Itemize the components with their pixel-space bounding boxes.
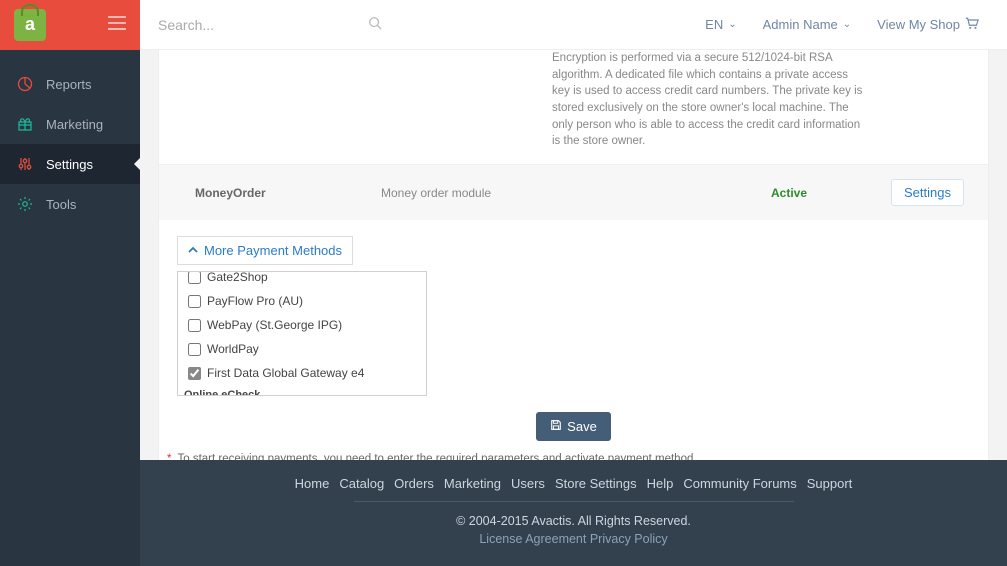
more-methods-toggle[interactable]: More Payment Methods (177, 236, 353, 265)
footer-link[interactable]: Orders (392, 476, 436, 491)
footer-link[interactable]: Store Settings (553, 476, 639, 491)
footer-link[interactable]: Community Forums (681, 476, 798, 491)
methods-heading: Online eCheck (178, 385, 426, 396)
footer-links: Home Catalog Orders Marketing Users Stor… (293, 476, 855, 491)
search-wrap (140, 16, 400, 33)
sidebar-item-tools[interactable]: Tools (0, 184, 140, 224)
search-icon[interactable] (368, 16, 382, 33)
search-input[interactable] (158, 17, 338, 33)
required-asterisk: * (167, 453, 171, 460)
payment-desc: Money order module (381, 186, 771, 200)
license-link[interactable]: License Agreement (479, 532, 586, 546)
hint-text: To start receiving payments, you need to… (177, 453, 696, 460)
methods-listbox[interactable]: Gate2Shop PayFlow Pro (AU) WebPay (St.Ge… (177, 271, 427, 396)
footer: Home Catalog Orders Marketing Users Stor… (140, 460, 1007, 566)
method-option[interactable]: First Data Global Gateway e4 (178, 361, 426, 385)
method-option[interactable]: WebPay (St.George IPG) (178, 313, 426, 337)
sidebar-item-label: Settings (46, 157, 93, 172)
cc-description: Encryption is performed via a secure 512… (159, 50, 894, 164)
sidebar-item-settings[interactable]: Settings (0, 144, 140, 184)
method-checkbox[interactable] (188, 343, 201, 356)
method-checkbox[interactable] (188, 271, 201, 284)
hint: * To start receiving payments, you need … (159, 449, 988, 460)
footer-link[interactable]: Marketing (442, 476, 503, 491)
sliders-icon (16, 156, 34, 172)
sidebar-item-label: Reports (46, 77, 92, 92)
chevron-down-icon: ⌄ (728, 19, 736, 30)
footer-divider (354, 501, 794, 502)
cart-icon (965, 17, 979, 33)
main-content: Encryption is performed via a secure 512… (140, 50, 1007, 460)
chevron-down-icon: ⌄ (843, 19, 851, 30)
payment-name: MoneyOrder (195, 186, 381, 200)
footer-link[interactable]: Help (645, 476, 676, 491)
admin-menu[interactable]: Admin Name ⌄ (763, 17, 852, 32)
logo[interactable]: a (14, 9, 46, 41)
method-option[interactable]: WorldPay (178, 337, 426, 361)
lang-label: EN (705, 17, 723, 32)
method-option[interactable]: Gate2Shop (178, 271, 426, 289)
footer-link[interactable]: Support (805, 476, 855, 491)
footer-copyright: © 2004-2015 Avactis. All Rights Reserved… (456, 514, 691, 528)
footer-link[interactable]: Home (293, 476, 332, 491)
footer-link[interactable]: Catalog (337, 476, 386, 491)
more-methods-label: More Payment Methods (204, 243, 342, 258)
sidebar: Reports Marketing Settings Tools (0, 50, 140, 566)
topbar-brand: a (0, 0, 140, 50)
admin-label: Admin Name (763, 17, 838, 32)
gear-icon (16, 196, 34, 212)
privacy-link[interactable]: Privacy Policy (590, 532, 668, 546)
footer-legal: License Agreement Privacy Policy (479, 532, 667, 546)
topbar: a EN ⌄ Admin Name ⌄ View My Shop (0, 0, 1007, 50)
save-icon (550, 419, 562, 434)
pie-icon (16, 76, 34, 92)
method-option[interactable]: PayFlow Pro (AU) (178, 289, 426, 313)
sidebar-item-reports[interactable]: Reports (0, 64, 140, 104)
footer-link[interactable]: Users (509, 476, 547, 491)
method-checkbox[interactable] (188, 367, 201, 380)
method-checkbox[interactable] (188, 295, 201, 308)
save-button[interactable]: Save (536, 412, 611, 441)
payment-settings-button[interactable]: Settings (891, 179, 964, 206)
payment-status: Active (771, 186, 891, 200)
method-label: First Data Global Gateway e4 (207, 366, 364, 380)
method-label: PayFlow Pro (AU) (207, 294, 303, 308)
topbar-right: EN ⌄ Admin Name ⌄ View My Shop (705, 17, 1007, 33)
sidebar-item-label: Tools (46, 197, 76, 212)
payment-row-moneyorder: MoneyOrder Money order module Active Set… (159, 164, 988, 220)
payment-panel: Encryption is performed via a secure 512… (158, 50, 989, 460)
method-label: Gate2Shop (207, 271, 268, 284)
lang-switcher[interactable]: EN ⌄ (705, 17, 736, 32)
save-label: Save (567, 419, 597, 434)
method-checkbox[interactable] (188, 319, 201, 332)
sidebar-item-label: Marketing (46, 117, 103, 132)
sidebar-item-marketing[interactable]: Marketing (0, 104, 140, 144)
method-label: WebPay (St.George IPG) (207, 318, 342, 332)
save-row: Save (159, 396, 988, 449)
view-shop-label: View My Shop (877, 17, 960, 32)
method-label: WorldPay (207, 342, 259, 356)
hamburger-icon[interactable] (108, 16, 126, 33)
view-shop-link[interactable]: View My Shop (877, 17, 979, 33)
chevron-up-icon (188, 243, 198, 258)
more-methods: More Payment Methods Gate2Shop PayFlow P… (159, 220, 988, 396)
gift-icon (16, 116, 34, 132)
